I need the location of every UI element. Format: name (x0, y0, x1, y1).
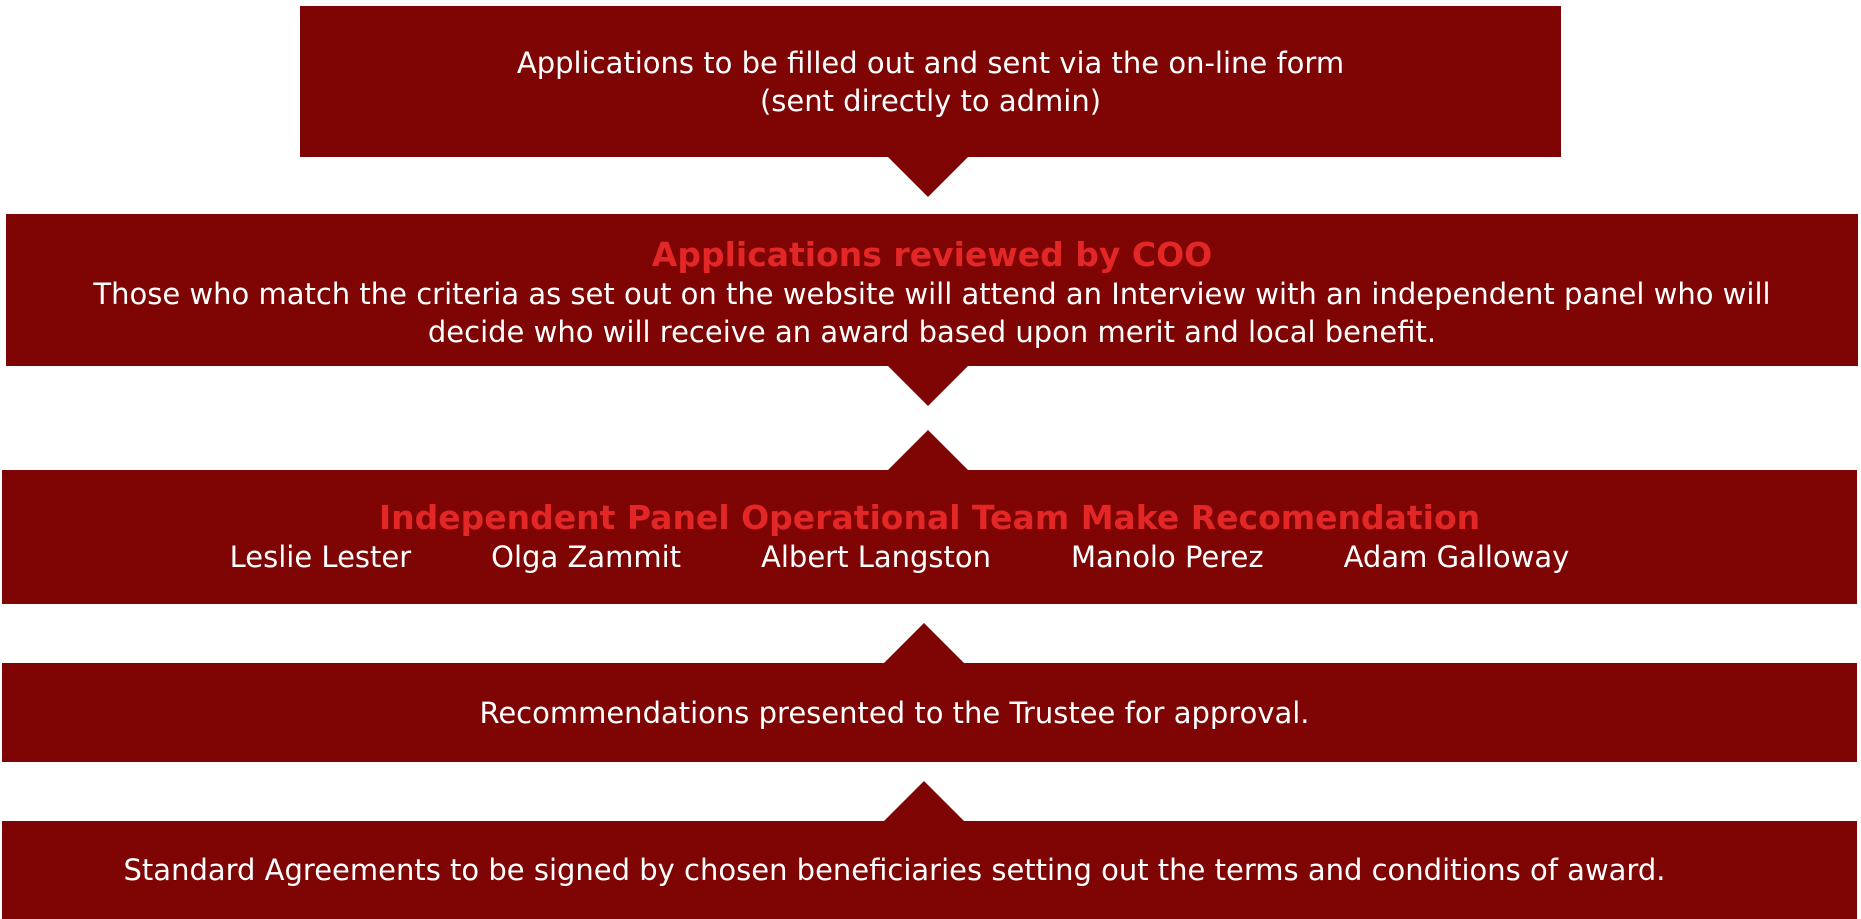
step-5-box: Standard Agreements to be signed by chos… (2, 821, 1857, 919)
step-3-title: Independent Panel Operational Team Make … (378, 498, 1481, 537)
down-arrow-2 (888, 366, 968, 406)
up-arrow-2 (884, 623, 964, 663)
panel-members: Leslie Lester Olga Zammit Albert Langsto… (230, 538, 1570, 576)
step-2-line-2: decide who will receive an award based u… (427, 315, 1437, 349)
step-1-line-1: Applications to be filled out and sent v… (516, 45, 1345, 80)
panel-member: Adam Galloway (1343, 540, 1570, 574)
panel-member: Manolo Perez (1071, 540, 1264, 574)
up-arrow-1 (888, 430, 968, 470)
step-4-line-1: Recommendations presented to the Trustee… (479, 695, 1310, 730)
step-2-title: Applications reviewed by COO (651, 235, 1213, 274)
step-4-box: Recommendations presented to the Trustee… (2, 663, 1857, 762)
up-arrow-3 (884, 781, 964, 821)
step-2-line-1: Those who match the criteria as set out … (93, 277, 1771, 311)
panel-member: Leslie Lester (229, 540, 412, 574)
step-2-box: Applications reviewed by COO Those who m… (6, 214, 1858, 366)
step-1-line-2: (sent directly to admin) (759, 83, 1102, 118)
panel-member: Albert Langston (761, 540, 992, 574)
step-5-line-1: Standard Agreements to be signed by chos… (123, 853, 1666, 887)
step-1-box: Applications to be filled out and sent v… (300, 6, 1561, 157)
down-arrow-1 (888, 157, 968, 197)
step-3-box: Independent Panel Operational Team Make … (2, 470, 1857, 604)
panel-member: Olga Zammit (491, 540, 682, 574)
